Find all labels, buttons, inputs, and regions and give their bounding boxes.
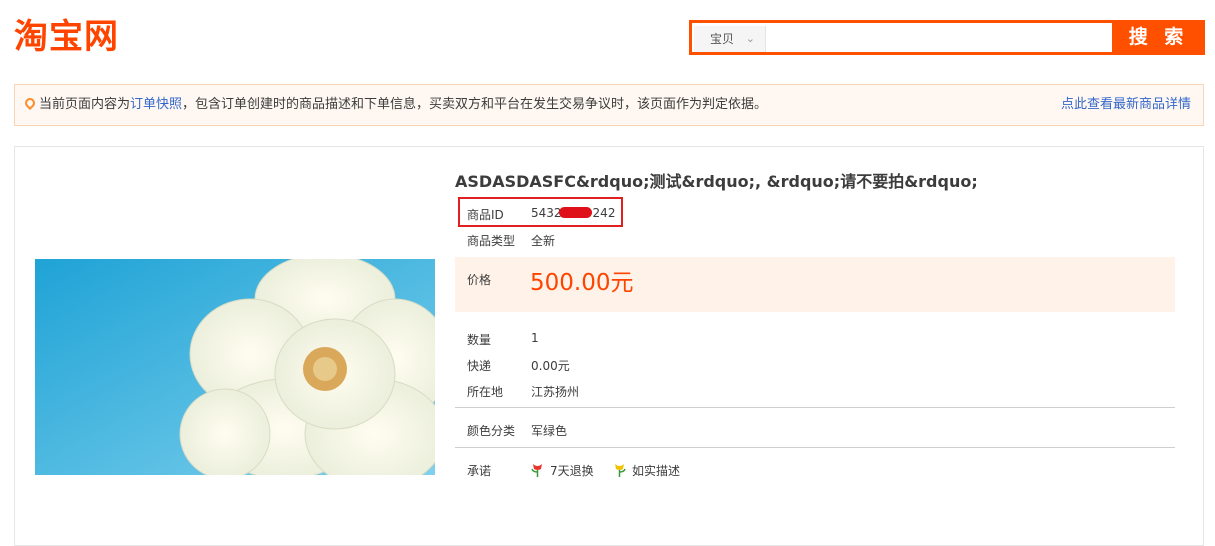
search-category-select[interactable]: 宝贝 ⌄: [694, 26, 766, 52]
divider: [455, 407, 1175, 408]
price-label: 价格: [467, 273, 492, 287]
shipping-value: 0.00元: [531, 359, 570, 373]
location-pin-icon: [22, 95, 38, 111]
snapshot-notice: 当前页面内容为订单快照，包含订单创建时的商品描述和下单信息，买卖双方和平台在发生…: [14, 84, 1204, 126]
redaction-mark: [559, 207, 592, 218]
price-box: 价格 500.00元: [455, 257, 1175, 312]
quantity-label: 数量: [467, 333, 492, 347]
quantity-value: 1: [531, 331, 539, 345]
promise-returns[interactable]: 7天退换: [531, 462, 594, 479]
location-value: 江苏扬州: [531, 385, 580, 399]
divider: [455, 447, 1175, 448]
promise-label: 承诺: [467, 464, 492, 478]
color-value: 军绿色: [531, 424, 568, 438]
color-label: 颜色分类: [467, 424, 516, 438]
view-latest-item-link[interactable]: 点此查看最新商品详情: [1061, 85, 1191, 125]
item-type-label: 商品类型: [467, 234, 516, 248]
taobao-logo[interactable]: 淘宝网: [14, 17, 119, 57]
highlight-box: [458, 197, 623, 227]
chevron-down-icon: ⌄: [745, 32, 755, 45]
notice-message: 当前页面内容为订单快照，包含订单创建时的商品描述和下单信息，买卖双方和平台在发生…: [39, 85, 767, 125]
search-category-label: 宝贝: [710, 32, 735, 46]
location-label: 所在地: [467, 385, 504, 399]
search-button[interactable]: 搜 索: [1112, 20, 1205, 55]
as-described-icon: [615, 464, 626, 477]
item-type-value: 全新: [531, 234, 556, 248]
product-image: [35, 259, 435, 475]
shipping-label: 快递: [467, 359, 492, 373]
order-snapshot-link[interactable]: 订单快照: [130, 97, 182, 112]
notice-prefix: 当前页面内容为: [39, 97, 131, 112]
notice-suffix: ，包含订单创建时的商品描述和下单信息，买卖双方和平台在发生交易争议时，该页面作为…: [182, 97, 768, 112]
item-title: ASDASDASFC&rdquo;测试&rdquo;, &rdquo;请不要拍&…: [455, 172, 978, 191]
seven-day-return-icon: [531, 464, 542, 477]
price-value: 500.00元: [530, 270, 634, 296]
search-bar: 宝贝 ⌄ 搜 索: [689, 20, 1205, 55]
search-input[interactable]: [768, 23, 1124, 52]
promise-described[interactable]: 如实描述: [613, 462, 680, 479]
